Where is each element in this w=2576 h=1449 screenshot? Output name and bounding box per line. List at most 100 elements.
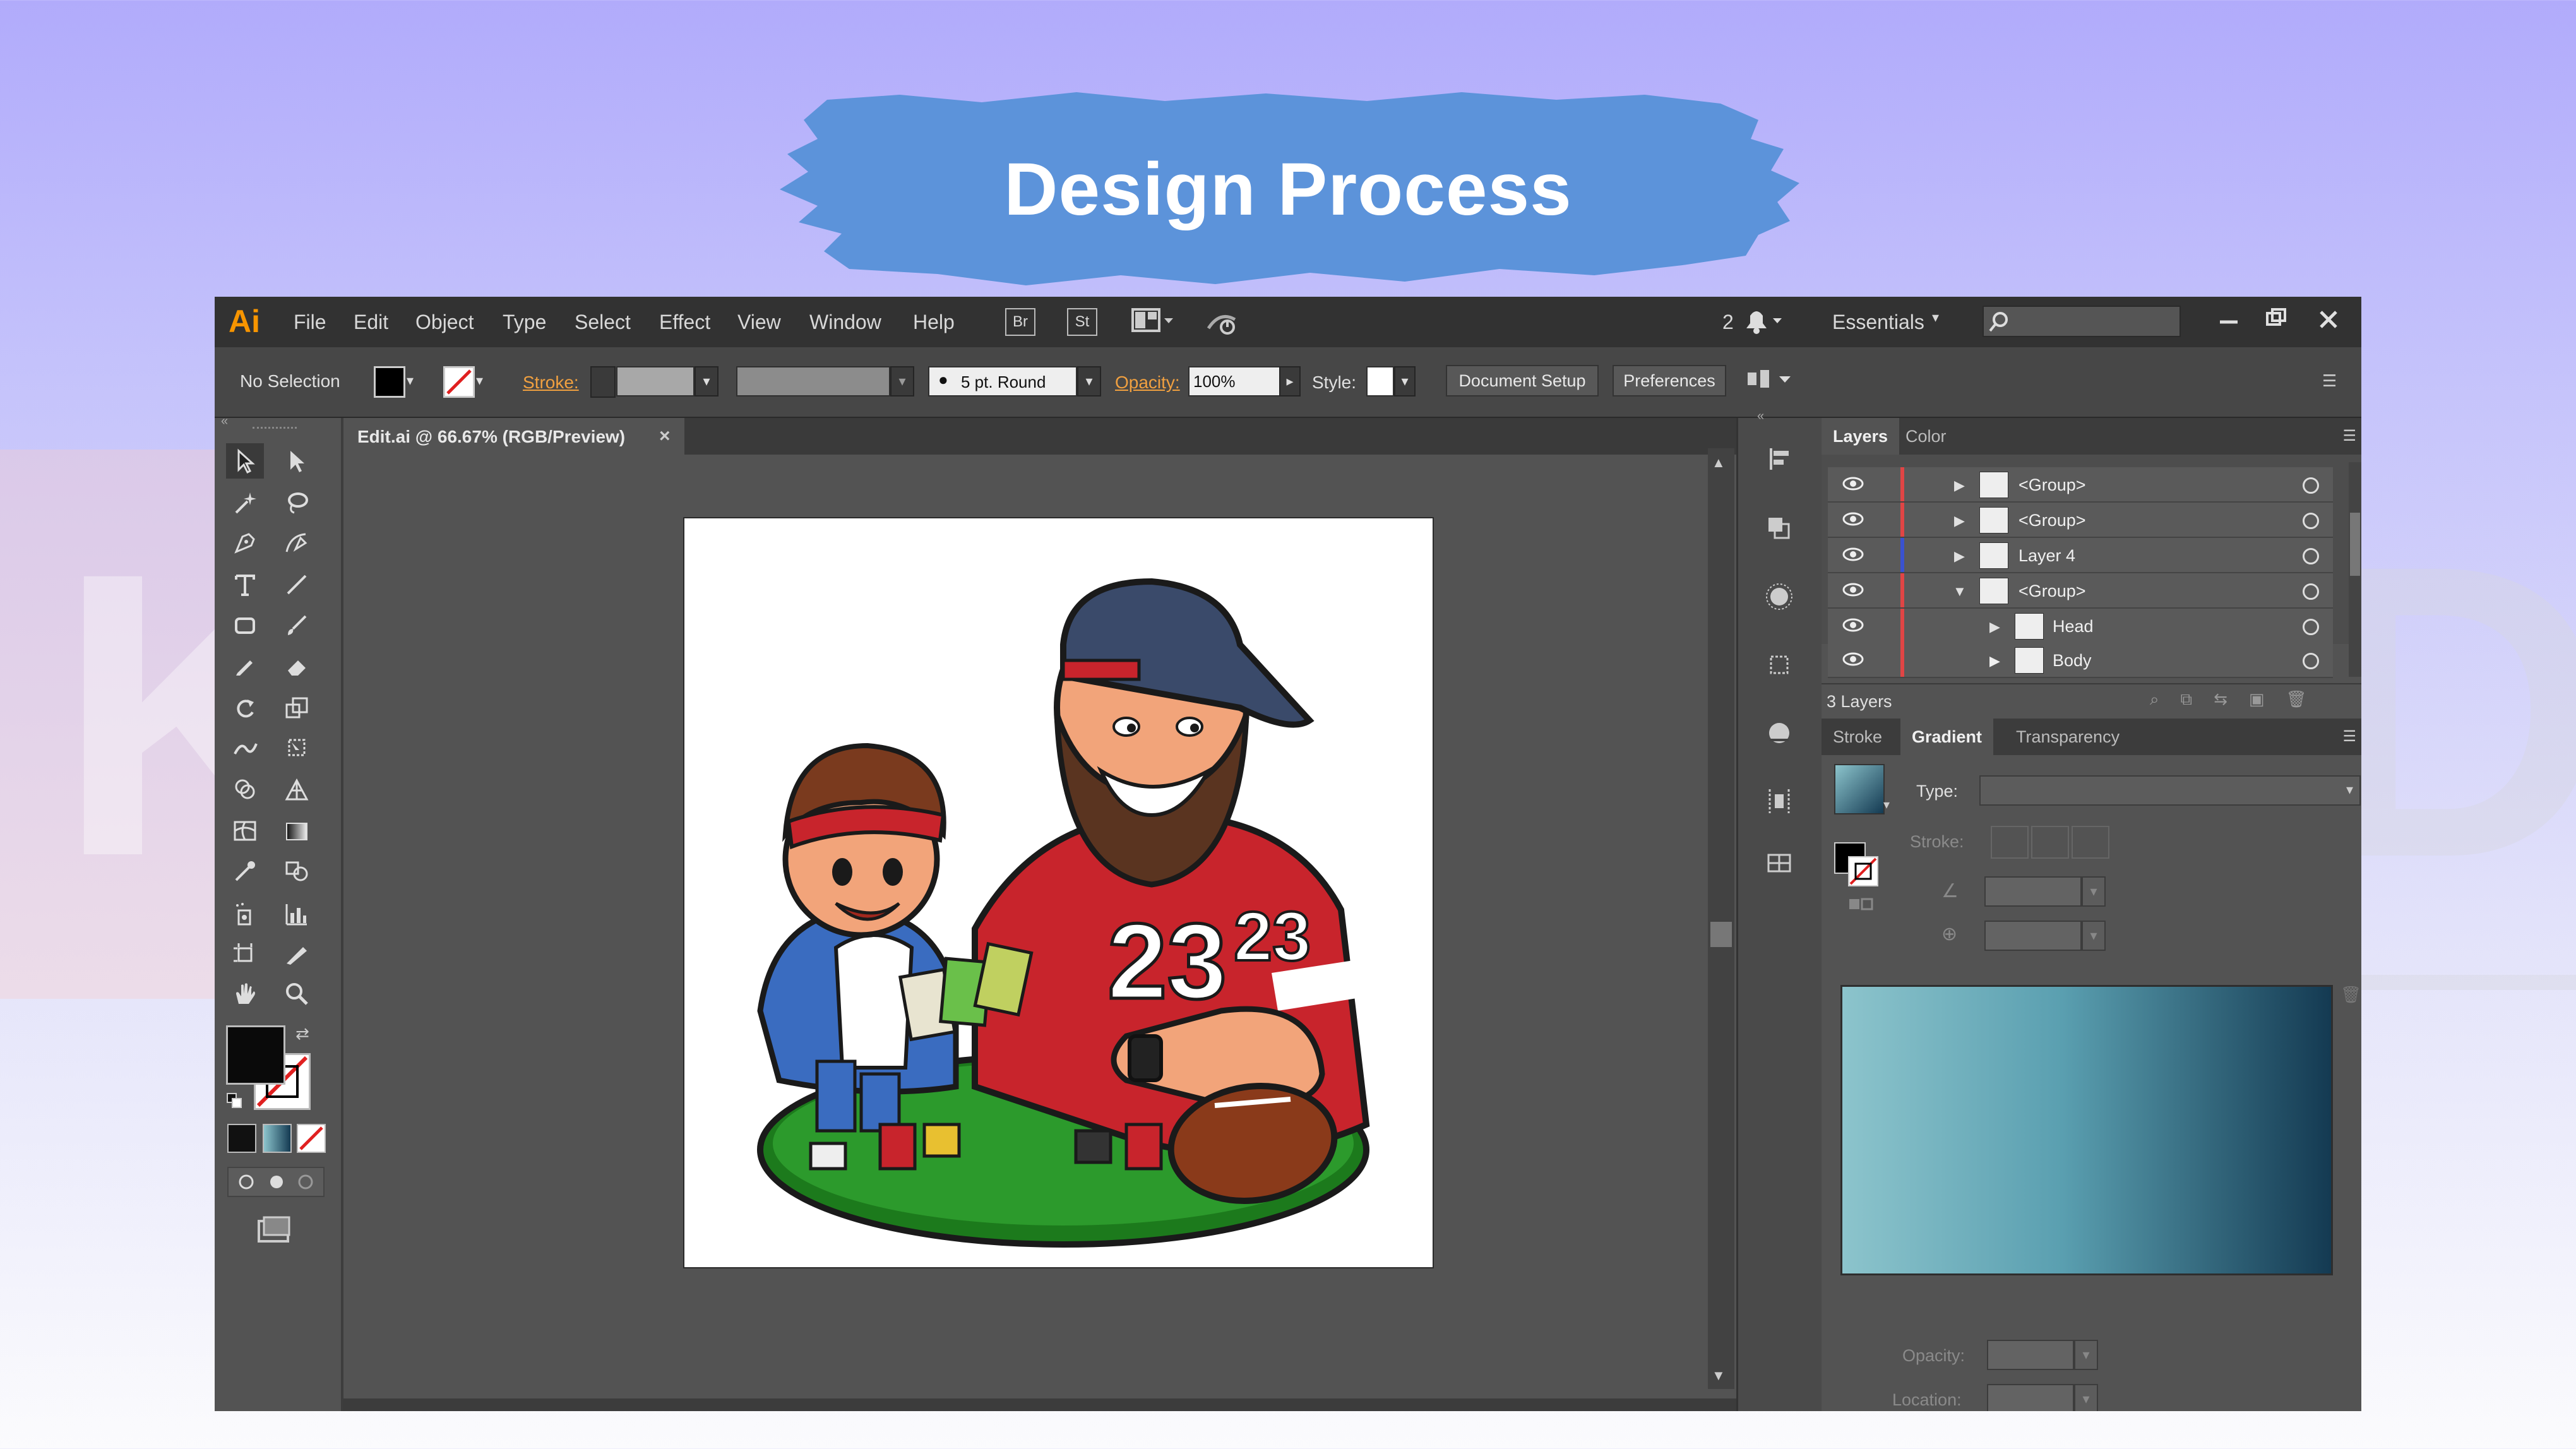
reverse-gradient-icon[interactable] [1847,893,1885,918]
collapse-arrow-icon[interactable]: ▼ [1953,583,1967,600]
pen-tool-icon[interactable] [226,525,264,561]
arrange-documents-icon[interactable] [1131,307,1176,335]
layers-actions[interactable]: ⌕⧉⇆▣🗑 [2150,689,2339,712]
chevron-down-icon[interactable]: ▾ [890,366,914,397]
menu-edit[interactable]: Edit [354,311,388,334]
scroll-down-icon[interactable]: ▼ [1712,1368,1726,1384]
symbols-panel-icon[interactable] [1763,717,1795,749]
document-tab[interactable]: Edit.ai @ 66.67% (RGB/Preview) × [343,418,684,455]
search-input[interactable] [1983,306,2181,337]
preferences-button[interactable]: Preferences [1613,365,1726,397]
layer-row[interactable]: ▼ <Group> [1828,573,2333,609]
collapse-toolbox-icon[interactable]: « [221,414,228,429]
expand-arrow-icon[interactable]: ▶ [1954,477,1965,494]
rotate-tool-icon[interactable] [226,691,264,726]
toolbox-grip[interactable] [253,427,297,432]
curvature-tool-icon[interactable] [278,525,316,561]
rectangle-tool-icon[interactable] [226,607,264,643]
brush-definition-select[interactable]: ● 5 pt. Round [928,366,1077,397]
zoom-tool-icon[interactable] [278,976,316,1011]
fill-swatch-front[interactable] [226,1025,285,1085]
chevron-down-icon[interactable]: ▾ [2082,876,2106,907]
tab-stroke[interactable]: Stroke [1822,719,1893,755]
scroll-up-icon[interactable]: ▲ [1712,455,1726,471]
layer-row[interactable]: ▶ <Group> [1828,467,2333,503]
grid-panel-icon[interactable] [1763,847,1795,879]
artboard-tool-icon[interactable] [226,937,264,972]
shape-builder-tool-icon[interactable] [226,772,264,807]
expand-arrow-icon[interactable]: ▶ [1989,653,2000,669]
perspective-grid-tool-icon[interactable] [278,772,316,807]
chevron-down-icon[interactable]: ▾ [1077,366,1101,397]
chevron-down-icon[interactable]: ▾ [695,366,719,397]
stroke-within-icon[interactable] [1991,826,2029,859]
gradient-stroke-swatch[interactable] [1848,856,1878,886]
slice-tool-icon[interactable] [278,937,316,972]
chevron-down-icon[interactable]: ▾ [2082,921,2106,951]
bridge-button[interactable]: Br [1005,308,1035,336]
tab-color[interactable]: Color [1894,418,1958,455]
expand-arrow-icon[interactable]: ▶ [1954,548,1965,564]
bell-icon[interactable] [1741,306,1786,337]
expand-arrow-icon[interactable]: ▶ [1954,513,1965,529]
restore-button[interactable] [2257,301,2295,338]
pencil-tool-icon[interactable] [226,648,264,683]
gradient-type-select[interactable]: ▾ [1979,775,2361,806]
chevron-down-icon[interactable]: ▾ [1932,309,1939,326]
visibility-eye-icon[interactable] [1842,475,1864,497]
close-icon[interactable] [2310,301,2347,338]
chevron-down-icon[interactable]: ▾ [2074,1340,2098,1370]
gradient-tool-icon[interactable] [278,813,316,849]
visibility-eye-icon[interactable] [1842,650,1864,672]
delete-stop-icon[interactable]: 🗑 [2340,985,2361,1005]
chevron-down-icon[interactable]: ▾ [1394,366,1416,397]
menu-type[interactable]: Type [503,311,546,334]
fill-color-swatch[interactable] [374,366,405,398]
align-panel-icon[interactable] [1763,443,1795,475]
width-tool-icon[interactable] [226,730,264,765]
menu-help[interactable]: Help [913,311,955,334]
menu-object[interactable]: Object [415,311,474,334]
hand-tool-icon[interactable] [226,976,264,1011]
gradient-angle-input[interactable] [1984,876,2082,907]
stroke-across-icon[interactable] [2072,826,2109,859]
expand-arrow-icon[interactable]: ▶ [1989,619,2000,635]
target-circle-icon[interactable] [2303,477,2319,494]
pathfinder-panel-icon[interactable] [1763,513,1795,544]
symbol-sprayer-tool-icon[interactable] [226,897,264,932]
opacity-label[interactable]: Opacity: [1115,373,1180,393]
selection-tool-icon[interactable] [226,443,264,479]
gradient-preview-swatch[interactable] [1834,764,1885,814]
tab-transparency[interactable]: Transparency [2005,719,2131,755]
panel-menu-icon[interactable]: ☰ [2322,371,2337,391]
chevron-down-icon[interactable]: ▾ [407,373,414,389]
drawing-modes[interactable] [227,1167,325,1197]
menu-effect[interactable]: Effect [659,311,710,334]
stroke-weight-input[interactable] [616,366,695,397]
eyedropper-tool-icon[interactable] [226,854,264,889]
column-graph-tool-icon[interactable] [278,897,316,932]
default-fill-stroke-icon[interactable] [226,1092,242,1109]
visibility-eye-icon[interactable] [1842,581,1864,603]
none-mode-button[interactable] [297,1124,326,1153]
stroke-along-icon[interactable] [2031,826,2069,859]
minimize-button[interactable] [2210,301,2248,338]
gradient-opacity-input[interactable] [1987,1340,2074,1370]
visibility-eye-icon[interactable] [1842,616,1864,638]
chevron-down-icon[interactable]: ▾ [1883,797,1890,813]
visibility-eye-icon[interactable] [1842,510,1864,532]
target-circle-icon[interactable] [2303,513,2319,529]
vertical-scrollbar[interactable]: ▲ ▼ [1708,448,1734,1389]
align-to-icon[interactable] [1745,364,1796,395]
menu-file[interactable]: File [294,311,326,334]
artboard[interactable]: 23 23 [683,517,1434,1268]
collapse-dock-icon[interactable]: « [1757,409,1764,424]
chevron-down-icon[interactable]: ▾ [476,373,483,389]
direct-selection-tool-icon[interactable] [278,443,316,479]
color-mode-button[interactable] [227,1124,256,1153]
target-circle-icon[interactable] [2303,619,2319,635]
gradient-slider[interactable] [1840,985,2333,1275]
close-tab-icon[interactable]: × [659,426,671,447]
paintbrush-tool-icon[interactable] [278,607,316,643]
layer-row[interactable]: ▶ Head [1828,609,2333,644]
